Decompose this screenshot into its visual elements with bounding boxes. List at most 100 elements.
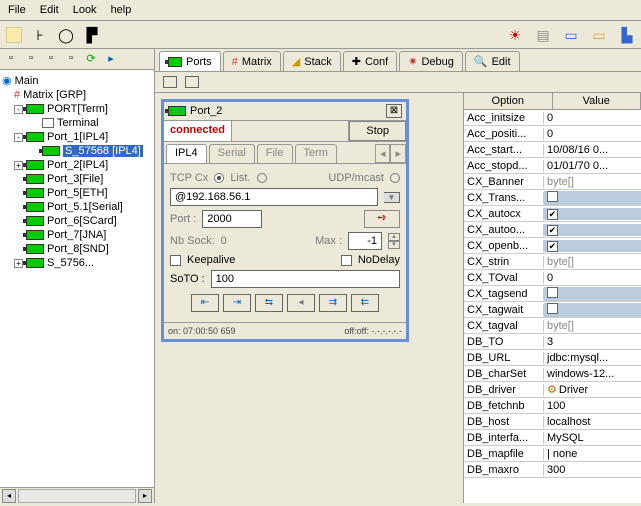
flag-icon[interactable]: ▛ — [84, 27, 100, 43]
chk-keepalive[interactable] — [170, 255, 181, 266]
prop-row[interactable]: CX_TOval0 — [464, 270, 641, 286]
prop-row[interactable]: DB_URLjdbc:mysql... — [464, 350, 641, 366]
connector-icon[interactable]: ⊦ — [32, 27, 48, 43]
soto-input[interactable]: 100 — [211, 270, 400, 288]
btn-2[interactable]: ⇥ — [223, 294, 251, 312]
tree-port1[interactable]: -Port_1[IPL4] — [2, 130, 152, 144]
prop-row[interactable]: Acc_start...10/08/16 0... — [464, 142, 641, 158]
chk-nodelay[interactable] — [341, 255, 352, 266]
circle-icon[interactable]: ◯ — [58, 27, 74, 43]
prop-row[interactable]: DB_mapfile| none — [464, 446, 641, 462]
prop-row[interactable]: DB_hostlocalhost — [464, 414, 641, 430]
prop-value[interactable]: 01/01/70 0... — [544, 160, 641, 172]
menu-look[interactable]: Look — [73, 4, 97, 16]
tree-terminal[interactable]: Terminal — [2, 116, 152, 130]
prop-value[interactable]: MySQL — [544, 432, 641, 444]
radio-list[interactable] — [257, 173, 267, 183]
tree-port7[interactable]: +Port_7[JNA] — [2, 228, 152, 242]
sub-tool-2[interactable] — [185, 76, 199, 88]
radio-udp[interactable] — [390, 173, 400, 183]
prop-row[interactable]: DB_fetchnb100 — [464, 398, 641, 414]
tab-debug[interactable]: ✷Debug — [399, 51, 463, 71]
sb-tool-3[interactable]: ▫ — [44, 52, 58, 66]
prop-value[interactable]: | none — [544, 448, 641, 460]
prop-value[interactable]: 100 — [544, 400, 641, 412]
save-icon[interactable]: ▙ — [619, 27, 635, 43]
sb-tool-1[interactable]: ▫ — [4, 52, 18, 66]
btn-3[interactable]: ⇆ — [255, 294, 283, 312]
prop-row[interactable]: CX_tagsend — [464, 286, 641, 302]
tree-port3[interactable]: +Port_3[File] — [2, 172, 152, 186]
tree-s5756[interactable]: +S_5756... — [2, 256, 152, 270]
menu-help[interactable]: help — [111, 4, 132, 16]
tab-conf[interactable]: ✚Conf — [343, 51, 397, 71]
close-icon[interactable]: ⊠ — [386, 104, 402, 118]
checkbox-icon[interactable] — [547, 191, 558, 202]
sb-tool-4[interactable]: ▫ — [64, 52, 78, 66]
pwt-prev[interactable]: ◂ — [375, 144, 391, 163]
tree-root[interactable]: ◉Main — [2, 73, 152, 88]
prop-row[interactable]: DB_charSetwindows-12... — [464, 366, 641, 382]
prop-row[interactable]: DB_TO3 — [464, 334, 641, 350]
col-option[interactable]: Option — [464, 93, 553, 109]
tree-port6[interactable]: +Port_6[SCard] — [2, 214, 152, 228]
prop-row[interactable]: CX_tagwait — [464, 302, 641, 318]
tab-stack[interactable]: ◢Stack — [283, 51, 341, 71]
menu-edit[interactable]: Edit — [40, 4, 59, 16]
prop-value[interactable]: byte[] — [544, 176, 641, 188]
pwt-ipl4[interactable]: IPL4 — [166, 144, 207, 163]
sb-tool-5[interactable]: ⟳ — [84, 52, 98, 66]
tree-hscroll[interactable]: ◂▸ — [0, 487, 154, 503]
prop-row[interactable]: Acc_positi...0 — [464, 126, 641, 142]
prop-value[interactable]: ✔ — [544, 240, 641, 252]
prop-row[interactable]: CX_Trans... — [464, 190, 641, 206]
checkbox-icon[interactable]: ✔ — [547, 241, 558, 252]
tree-port8[interactable]: +Port_8[SND] — [2, 242, 152, 256]
prop-value[interactable]: 10/08/16 0... — [544, 144, 641, 156]
tree-portterm[interactable]: -PORT[Term] — [2, 102, 152, 116]
max-up[interactable]: ▲ — [388, 233, 400, 241]
radio-tcp[interactable] — [214, 173, 224, 183]
prop-value[interactable]: windows-12... — [544, 368, 641, 380]
tab-matrix[interactable]: #Matrix — [223, 51, 281, 71]
prop-value[interactable] — [544, 287, 641, 301]
tree-port2[interactable]: +Port_2[IPL4] — [2, 158, 152, 172]
folder-yellow-icon[interactable]: ▭ — [591, 27, 607, 43]
tree-port1-child[interactable]: S_57568 [IPL4] — [2, 144, 152, 158]
prop-value[interactable]: 0 — [544, 272, 641, 284]
pwt-next[interactable]: ▸ — [390, 144, 406, 163]
checkbox-icon[interactable]: ✔ — [547, 225, 558, 236]
ip-dropdown[interactable]: ▼ — [384, 192, 400, 203]
prop-value[interactable]: 0 — [544, 128, 641, 140]
max-down[interactable]: ▼ — [388, 241, 400, 249]
sun-icon[interactable]: ☀ — [507, 27, 523, 43]
prop-value[interactable]: 300 — [544, 464, 641, 476]
pwt-term[interactable]: Term — [295, 144, 337, 163]
prop-value[interactable]: ⚙Driver — [544, 383, 641, 396]
tree-matrix[interactable]: #Matrix [GRP] — [2, 88, 152, 102]
prop-value[interactable]: jdbc:mysql... — [544, 352, 641, 364]
prop-value[interactable]: ✔ — [544, 208, 641, 220]
max-input[interactable]: -1 — [348, 232, 382, 250]
stop-button[interactable]: Stop — [349, 121, 406, 141]
prop-row[interactable]: CX_autoo...✔ — [464, 222, 641, 238]
connect-button[interactable]: ➺ — [364, 210, 400, 228]
prop-value[interactable]: byte[] — [544, 320, 641, 332]
prop-value[interactable]: 3 — [544, 336, 641, 348]
tree-port51[interactable]: +Port_5.1[Serial] — [2, 200, 152, 214]
port-input[interactable]: 2000 — [202, 210, 262, 228]
prop-value[interactable]: byte[] — [544, 256, 641, 268]
prop-row[interactable]: Acc_initsize0 — [464, 110, 641, 126]
prop-row[interactable]: CX_autocx✔ — [464, 206, 641, 222]
new-icon[interactable] — [6, 27, 22, 43]
prop-row[interactable]: CX_openb...✔ — [464, 238, 641, 254]
prop-value[interactable]: ✔ — [544, 224, 641, 236]
pwt-file[interactable]: File — [257, 144, 293, 163]
prop-row[interactable]: DB_maxro300 — [464, 462, 641, 478]
menu-file[interactable]: File — [8, 4, 26, 16]
sb-tool-2[interactable]: ▫ — [24, 52, 38, 66]
doc-icon[interactable]: ▤ — [535, 27, 551, 43]
prop-row[interactable]: CX_strinbyte[] — [464, 254, 641, 270]
btn-5[interactable]: ⇉ — [319, 294, 347, 312]
prop-row[interactable]: CX_Bannerbyte[] — [464, 174, 641, 190]
